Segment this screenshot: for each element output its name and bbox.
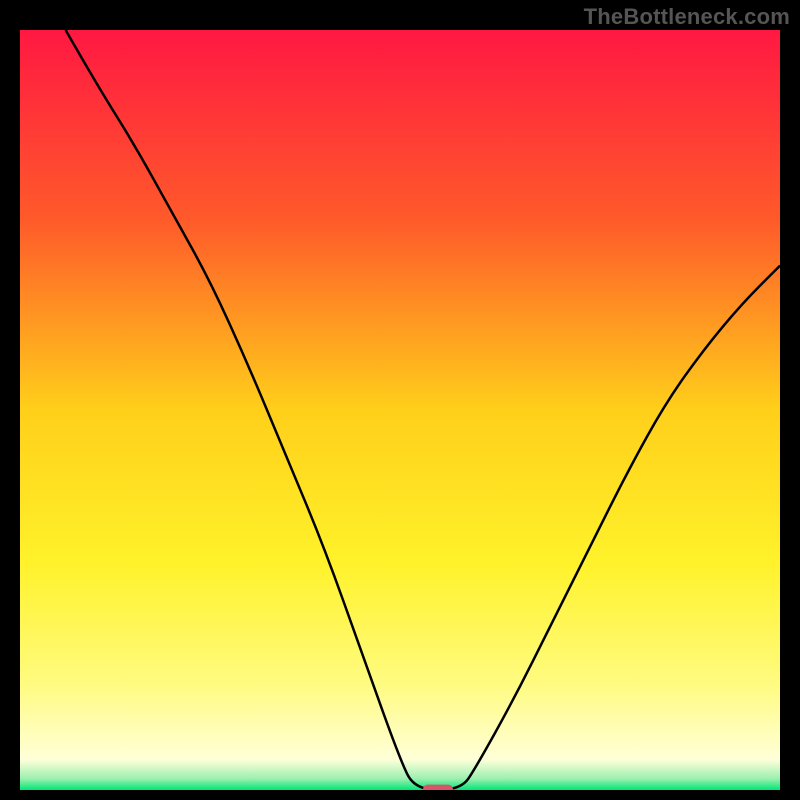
optimal-point-marker — [423, 785, 453, 790]
bottleneck-curve-chart — [20, 30, 780, 790]
watermark-label: TheBottleneck.com — [584, 4, 790, 30]
chart-svg — [20, 30, 780, 790]
chart-frame: TheBottleneck.com — [0, 0, 800, 800]
